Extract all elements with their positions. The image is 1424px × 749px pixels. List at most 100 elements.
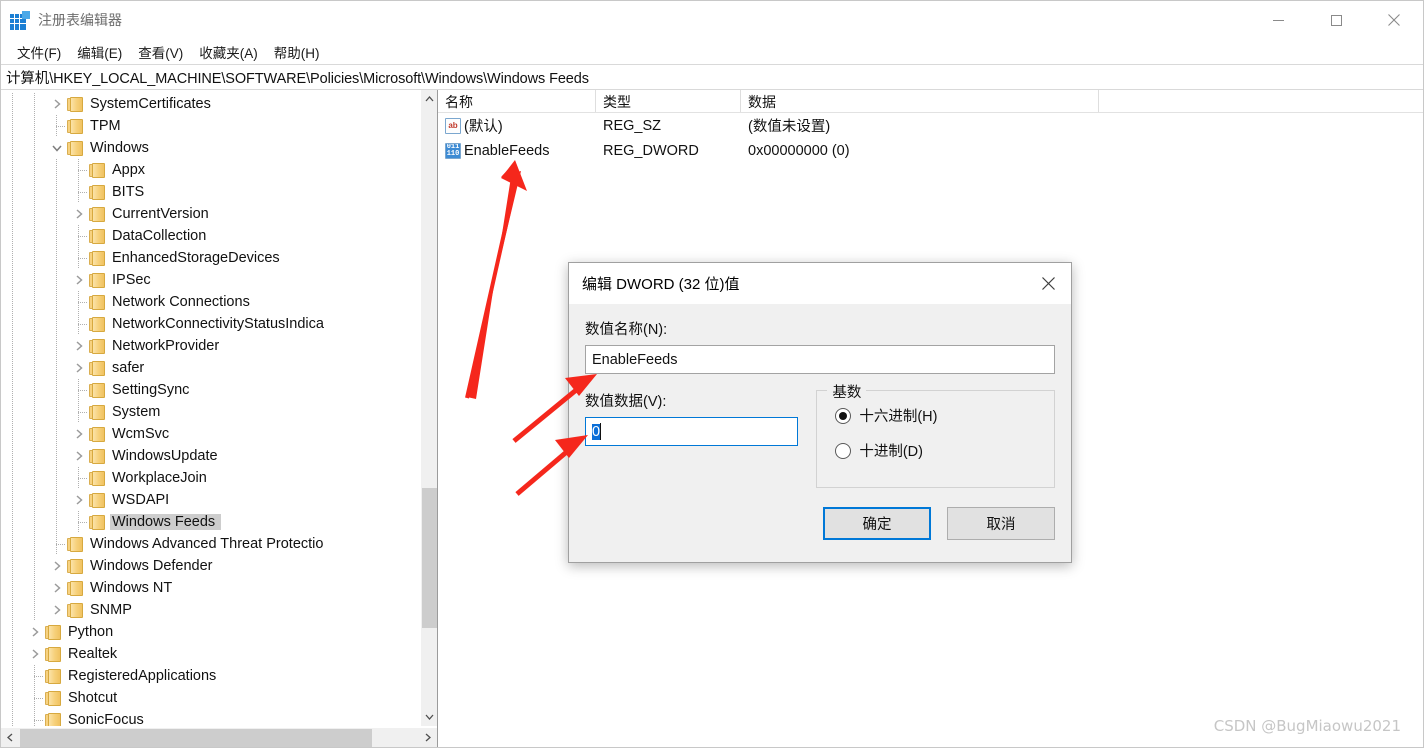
tree-node-ipsec[interactable]: IPSec — [1, 269, 419, 291]
radio-decimal[interactable]: 十进制(D) — [835, 440, 1054, 461]
tree-indent — [23, 489, 45, 511]
ok-button[interactable]: 确定 — [823, 507, 931, 540]
column-header-name[interactable]: 名称 — [438, 90, 596, 112]
close-icon[interactable] — [1365, 1, 1423, 39]
tree-horizontal-scroll-thumb[interactable] — [20, 729, 372, 747]
tree-node-settingsync[interactable]: SettingSync — [1, 379, 419, 401]
tree-indent — [45, 357, 67, 379]
chevron-right-icon[interactable] — [23, 621, 45, 643]
column-header-type[interactable]: 类型 — [596, 90, 741, 112]
tree-node-windows-defender[interactable]: Windows Defender — [1, 555, 419, 577]
tree-node-system[interactable]: System — [1, 401, 419, 423]
chevron-down-icon[interactable] — [45, 137, 67, 159]
tree-node-networkprovider[interactable]: NetworkProvider — [1, 335, 419, 357]
chevron-down-icon[interactable] — [421, 708, 437, 726]
chevron-right-icon[interactable] — [45, 599, 67, 621]
menu-file[interactable]: 文件(F) — [9, 40, 69, 64]
tree-node-currentversion[interactable]: CurrentVersion — [1, 203, 419, 225]
tree-node-label: WSDAPI — [112, 492, 170, 508]
chevron-right-icon[interactable] — [67, 203, 89, 225]
radio-hexadecimal[interactable]: 十六进制(H) — [835, 405, 1054, 426]
tree-node-enhancedstoragedevices[interactable]: EnhancedStorageDevices — [1, 247, 419, 269]
folder-icon — [67, 140, 84, 156]
value-name-cell: ab (默认) — [438, 115, 596, 136]
tree-node-windowsupdate[interactable]: WindowsUpdate — [1, 445, 419, 467]
tree-indent — [1, 115, 23, 137]
chevron-right-icon[interactable] — [45, 577, 67, 599]
address-bar[interactable]: 计算机\HKEY_LOCAL_MACHINE\SOFTWARE\Policies… — [1, 64, 1423, 90]
tree-node-windows-feeds[interactable]: Windows Feeds — [1, 511, 419, 533]
tree-node-snmp[interactable]: SNMP — [1, 599, 419, 621]
tree-node-networkconnectivitystatusindica[interactable]: NetworkConnectivityStatusIndica — [1, 313, 419, 335]
menu-help[interactable]: 帮助(H) — [266, 40, 328, 64]
tree-node-sonicfocus[interactable]: SonicFocus — [1, 709, 419, 726]
tree-horizontal-scrollbar[interactable] — [1, 727, 437, 747]
tree-node-python[interactable]: Python — [1, 621, 419, 643]
tree-indent — [1, 225, 23, 247]
tree-node-windows[interactable]: Windows — [1, 137, 419, 159]
menu-favorites[interactable]: 收藏夹(A) — [191, 40, 266, 64]
tree-node-shotcut[interactable]: Shotcut — [1, 687, 419, 709]
values-column-header: 名称 类型 数据 — [438, 90, 1423, 113]
tree-node-label: Windows — [90, 140, 149, 156]
chevron-right-icon[interactable] — [67, 489, 89, 511]
radio-button-hex-icon[interactable] — [835, 407, 852, 424]
chevron-right-icon[interactable] — [419, 728, 437, 747]
tree-indent — [23, 357, 45, 379]
tree-node-systemcertificates[interactable]: SystemCertificates — [1, 93, 419, 115]
tree-node-datacollection[interactable]: DataCollection — [1, 225, 419, 247]
tree-node-wsdapi[interactable]: WSDAPI — [1, 489, 419, 511]
tree-indent — [45, 335, 67, 357]
tree-node-network-connections[interactable]: Network Connections — [1, 291, 419, 313]
value-data-input[interactable]: 0 — [585, 417, 799, 446]
tree-node-realtek[interactable]: Realtek — [1, 643, 419, 665]
tree-indent — [45, 489, 67, 511]
tree-node-registeredapplications[interactable]: RegisteredApplications — [1, 665, 419, 687]
chevron-up-icon[interactable] — [421, 90, 437, 108]
tree-vertical-scrollbar[interactable] — [420, 90, 437, 726]
tree-node-elbow — [67, 291, 89, 313]
chevron-right-icon[interactable] — [23, 643, 45, 665]
menu-view[interactable]: 查看(V) — [130, 40, 191, 64]
tree-node-safer[interactable]: safer — [1, 357, 419, 379]
value-name-input[interactable]: EnableFeeds — [585, 345, 1055, 374]
folder-icon — [89, 360, 106, 376]
tree-indent — [23, 115, 45, 137]
tree-node-appx[interactable]: Appx — [1, 159, 419, 181]
minimize-icon[interactable] — [1249, 1, 1307, 39]
chevron-right-icon[interactable] — [45, 555, 67, 577]
chevron-right-icon[interactable] — [67, 445, 89, 467]
tree-node-label: Windows Defender — [90, 558, 213, 574]
chevron-right-icon[interactable] — [67, 269, 89, 291]
tree-node-wcmsvc[interactable]: WcmSvc — [1, 423, 419, 445]
tree-node-windows-nt[interactable]: Windows NT — [1, 577, 419, 599]
cancel-button[interactable]: 取消 — [947, 507, 1055, 540]
tree-indent — [23, 379, 45, 401]
tree-indent — [23, 599, 45, 621]
tree-node-bits[interactable]: BITS — [1, 181, 419, 203]
maximize-icon[interactable] — [1307, 1, 1365, 39]
column-header-data[interactable]: 数据 — [741, 90, 1099, 112]
tree-vertical-scroll-thumb[interactable] — [422, 488, 437, 628]
folder-icon — [89, 382, 106, 398]
tree-node-label: Realtek — [68, 646, 118, 662]
table-row[interactable]: ab (默认) REG_SZ (数值未设置) — [438, 113, 1423, 138]
tree-indent — [45, 181, 67, 203]
tree-node-windows-advanced-threat-protectio[interactable]: Windows Advanced Threat Protectio — [1, 533, 419, 555]
radio-button-dec-icon[interactable] — [835, 442, 852, 459]
chevron-right-icon[interactable] — [67, 357, 89, 379]
tree-node-workplacejoin[interactable]: WorkplaceJoin — [1, 467, 419, 489]
chevron-right-icon[interactable] — [67, 335, 89, 357]
tree-node-elbow — [67, 401, 89, 423]
folder-icon — [89, 448, 106, 464]
tree-indent — [1, 467, 23, 489]
chevron-left-icon[interactable] — [1, 728, 19, 747]
folder-icon — [89, 492, 106, 508]
close-icon[interactable] — [1025, 263, 1071, 304]
menu-edit[interactable]: 编辑(E) — [69, 40, 130, 64]
table-row[interactable]: 011 110 EnableFeeds REG_DWORD 0x00000000… — [438, 138, 1423, 163]
chevron-right-icon[interactable] — [45, 93, 67, 115]
registry-path: 计算机\HKEY_LOCAL_MACHINE\SOFTWARE\Policies… — [6, 70, 589, 87]
chevron-right-icon[interactable] — [67, 423, 89, 445]
tree-node-tpm[interactable]: TPM — [1, 115, 419, 137]
